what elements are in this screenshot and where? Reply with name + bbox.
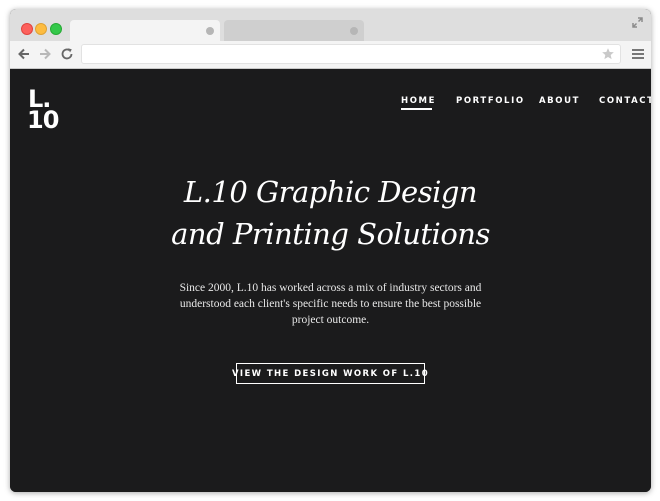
back-arrow-icon[interactable] [17,47,31,61]
tab-close-icon[interactable] [206,27,214,35]
browser-tab-inactive[interactable] [224,20,364,41]
browser-window: L. 10 HOME PORTFOLIO ABOUT CONTACT L.10 … [10,9,651,492]
logo-line2: 10 [27,106,59,134]
minimize-window-button[interactable] [35,23,47,35]
star-icon[interactable] [601,47,615,61]
nav-contact[interactable]: CONTACT [599,96,651,106]
nav-active-underline [401,108,432,110]
address-bar[interactable] [81,44,621,64]
website-page: L. 10 HOME PORTFOLIO ABOUT CONTACT L.10 … [10,69,651,492]
nav-portfolio[interactable]: PORTFOLIO [456,96,525,106]
reload-icon[interactable] [60,47,74,61]
tab-close-icon[interactable] [350,27,358,35]
maximize-window-button[interactable] [50,23,62,35]
site-logo[interactable]: L. 10 [27,87,67,135]
view-design-work-button[interactable]: VIEW THE DESIGN WORK OF L.10 [232,363,428,384]
expand-icon[interactable] [632,17,643,28]
nav-home[interactable]: HOME [401,96,436,106]
hamburger-menu-icon[interactable] [632,48,644,60]
hero-title-line1: L.10 Graphic Design [183,175,478,209]
hero-title: L.10 Graphic Design and Printing Solutio… [10,171,651,255]
browser-chrome [10,9,651,69]
nav-about[interactable]: ABOUT [539,96,580,106]
browser-toolbar [10,41,651,68]
hero-description: Since 2000, L.10 has worked across a mix… [179,282,482,326]
browser-tab-active[interactable] [70,20,220,41]
close-window-button[interactable] [21,23,33,35]
forward-arrow-icon[interactable] [38,47,52,61]
hero-title-line2: and Printing Solutions [171,217,490,251]
